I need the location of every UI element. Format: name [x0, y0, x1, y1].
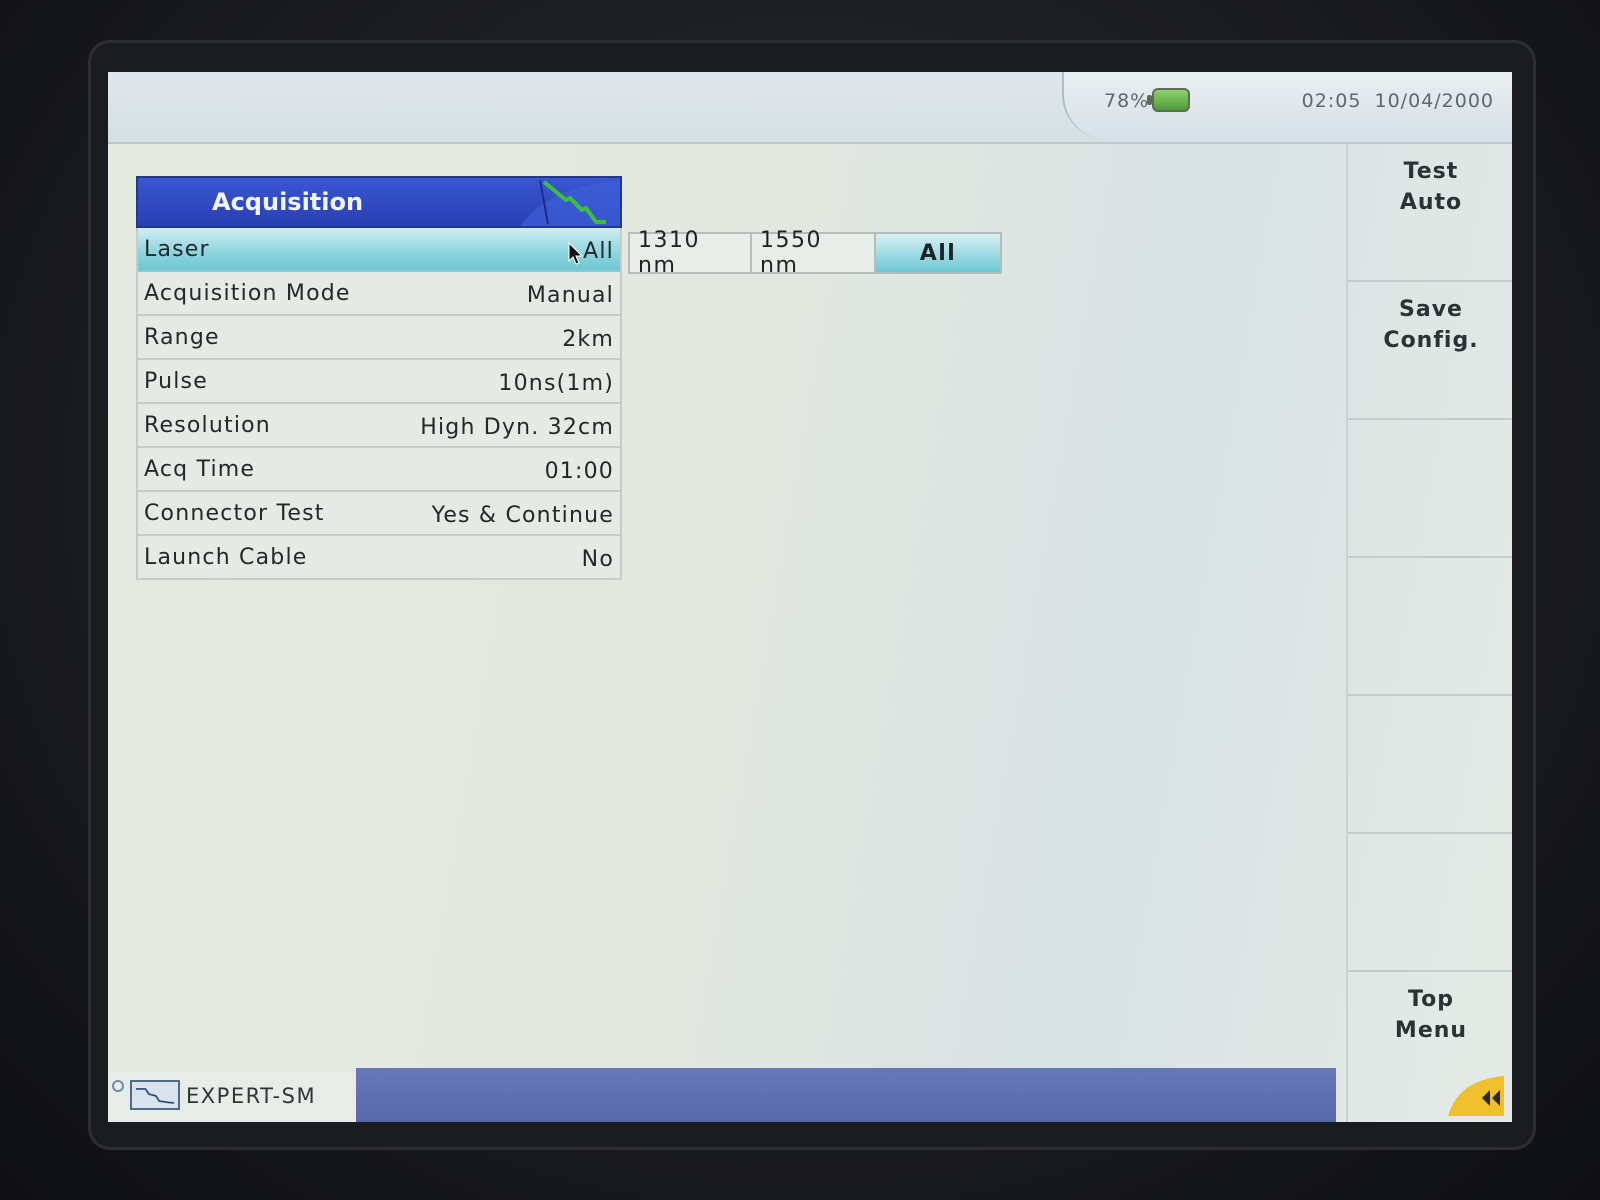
- softkey-line: Auto: [1399, 190, 1463, 215]
- row-value: High Dyn. 32cm: [420, 415, 614, 440]
- laser-option-selector: 1310 nm 1550 nm All: [628, 228, 1002, 278]
- row-label: Connector Test: [144, 501, 325, 526]
- row-value: All: [583, 239, 614, 264]
- row-label: Resolution: [144, 413, 271, 438]
- save-config-button[interactable]: Save Config.: [1348, 282, 1512, 420]
- row-value: 01:00: [544, 459, 614, 484]
- softkey-line: Config.: [1383, 328, 1479, 353]
- row-label: Pulse: [144, 369, 208, 394]
- app-label: EXPERT-SM: [186, 1084, 317, 1108]
- status-bar: 78% 02:05 10/04/2000: [108, 72, 1512, 144]
- collapse-rewind-icon[interactable]: [1448, 1076, 1504, 1116]
- row-pulse[interactable]: Pulse 10ns(1m): [138, 360, 620, 404]
- otdr-trace-icon: [130, 1080, 180, 1110]
- softkey-column: Test Auto Save Config. Top Menu: [1346, 144, 1512, 1122]
- softkey-empty-3[interactable]: [1348, 420, 1512, 558]
- softkey-line: Save: [1399, 297, 1463, 322]
- row-value: 2km: [562, 327, 614, 352]
- softkey-empty-4[interactable]: [1348, 558, 1512, 696]
- clock-date: 10/04/2000: [1374, 90, 1494, 112]
- row-acquisition-mode[interactable]: Acquisition Mode Manual: [138, 272, 620, 316]
- row-resolution[interactable]: Resolution High Dyn. 32cm: [138, 404, 620, 448]
- row-acq-time[interactable]: Acq Time 01:00: [138, 448, 620, 492]
- status-pane: 78% 02:05 10/04/2000: [1062, 72, 1512, 140]
- taskbar: EXPERT-SM: [108, 1062, 1512, 1122]
- laser-option-1550[interactable]: 1550 nm: [752, 228, 876, 278]
- test-auto-button[interactable]: Test Auto: [1348, 144, 1512, 282]
- taskbar-corner: [1336, 1068, 1512, 1122]
- panel-title: Acquisition: [212, 188, 364, 216]
- row-range[interactable]: Range 2km: [138, 316, 620, 360]
- row-value: Manual: [526, 283, 614, 308]
- softkey-line: Test: [1403, 159, 1459, 184]
- clock-time: 02:05: [1301, 90, 1362, 112]
- parameter-list: Laser All Acquisition Mode Manual Range …: [136, 228, 622, 580]
- trace-graph-icon: [520, 179, 620, 226]
- device-screen: 78% 02:05 10/04/2000 Acquisition Laser A…: [108, 72, 1512, 1122]
- row-value: Yes & Continue: [431, 503, 614, 528]
- row-value: No: [581, 547, 614, 572]
- row-label: Acquisition Mode: [144, 281, 351, 306]
- row-label: Range: [144, 325, 220, 350]
- laser-option-all[interactable]: All: [876, 232, 1002, 274]
- mouse-pointer-icon: [568, 242, 584, 265]
- row-laser[interactable]: Laser All: [138, 228, 620, 272]
- row-connector-test[interactable]: Connector Test Yes & Continue: [138, 492, 620, 536]
- acquisition-panel: Acquisition Laser All Acquisition Mode M…: [136, 176, 622, 580]
- row-launch-cable[interactable]: Launch Cable No: [138, 536, 620, 580]
- battery-percent: 78%: [1104, 90, 1150, 112]
- softkey-line: Top: [1408, 987, 1454, 1012]
- row-label: Acq Time: [144, 457, 256, 482]
- clock: 02:05 10/04/2000: [1302, 90, 1494, 112]
- row-label: Laser: [144, 237, 210, 262]
- softkey-empty-6[interactable]: [1348, 834, 1512, 972]
- softkey-empty-5[interactable]: [1348, 696, 1512, 834]
- app-tab-expert-sm[interactable]: EXPERT-SM: [108, 1072, 356, 1122]
- active-indicator-icon: [112, 1080, 124, 1092]
- laser-option-1310[interactable]: 1310 nm: [628, 228, 752, 278]
- taskbar-strip: [356, 1068, 1336, 1122]
- panel-header: Acquisition: [136, 176, 622, 228]
- row-value: 10ns(1m): [498, 371, 614, 396]
- softkey-line: Menu: [1394, 1018, 1468, 1043]
- row-label: Launch Cable: [144, 545, 308, 570]
- battery-icon: [1147, 88, 1190, 112]
